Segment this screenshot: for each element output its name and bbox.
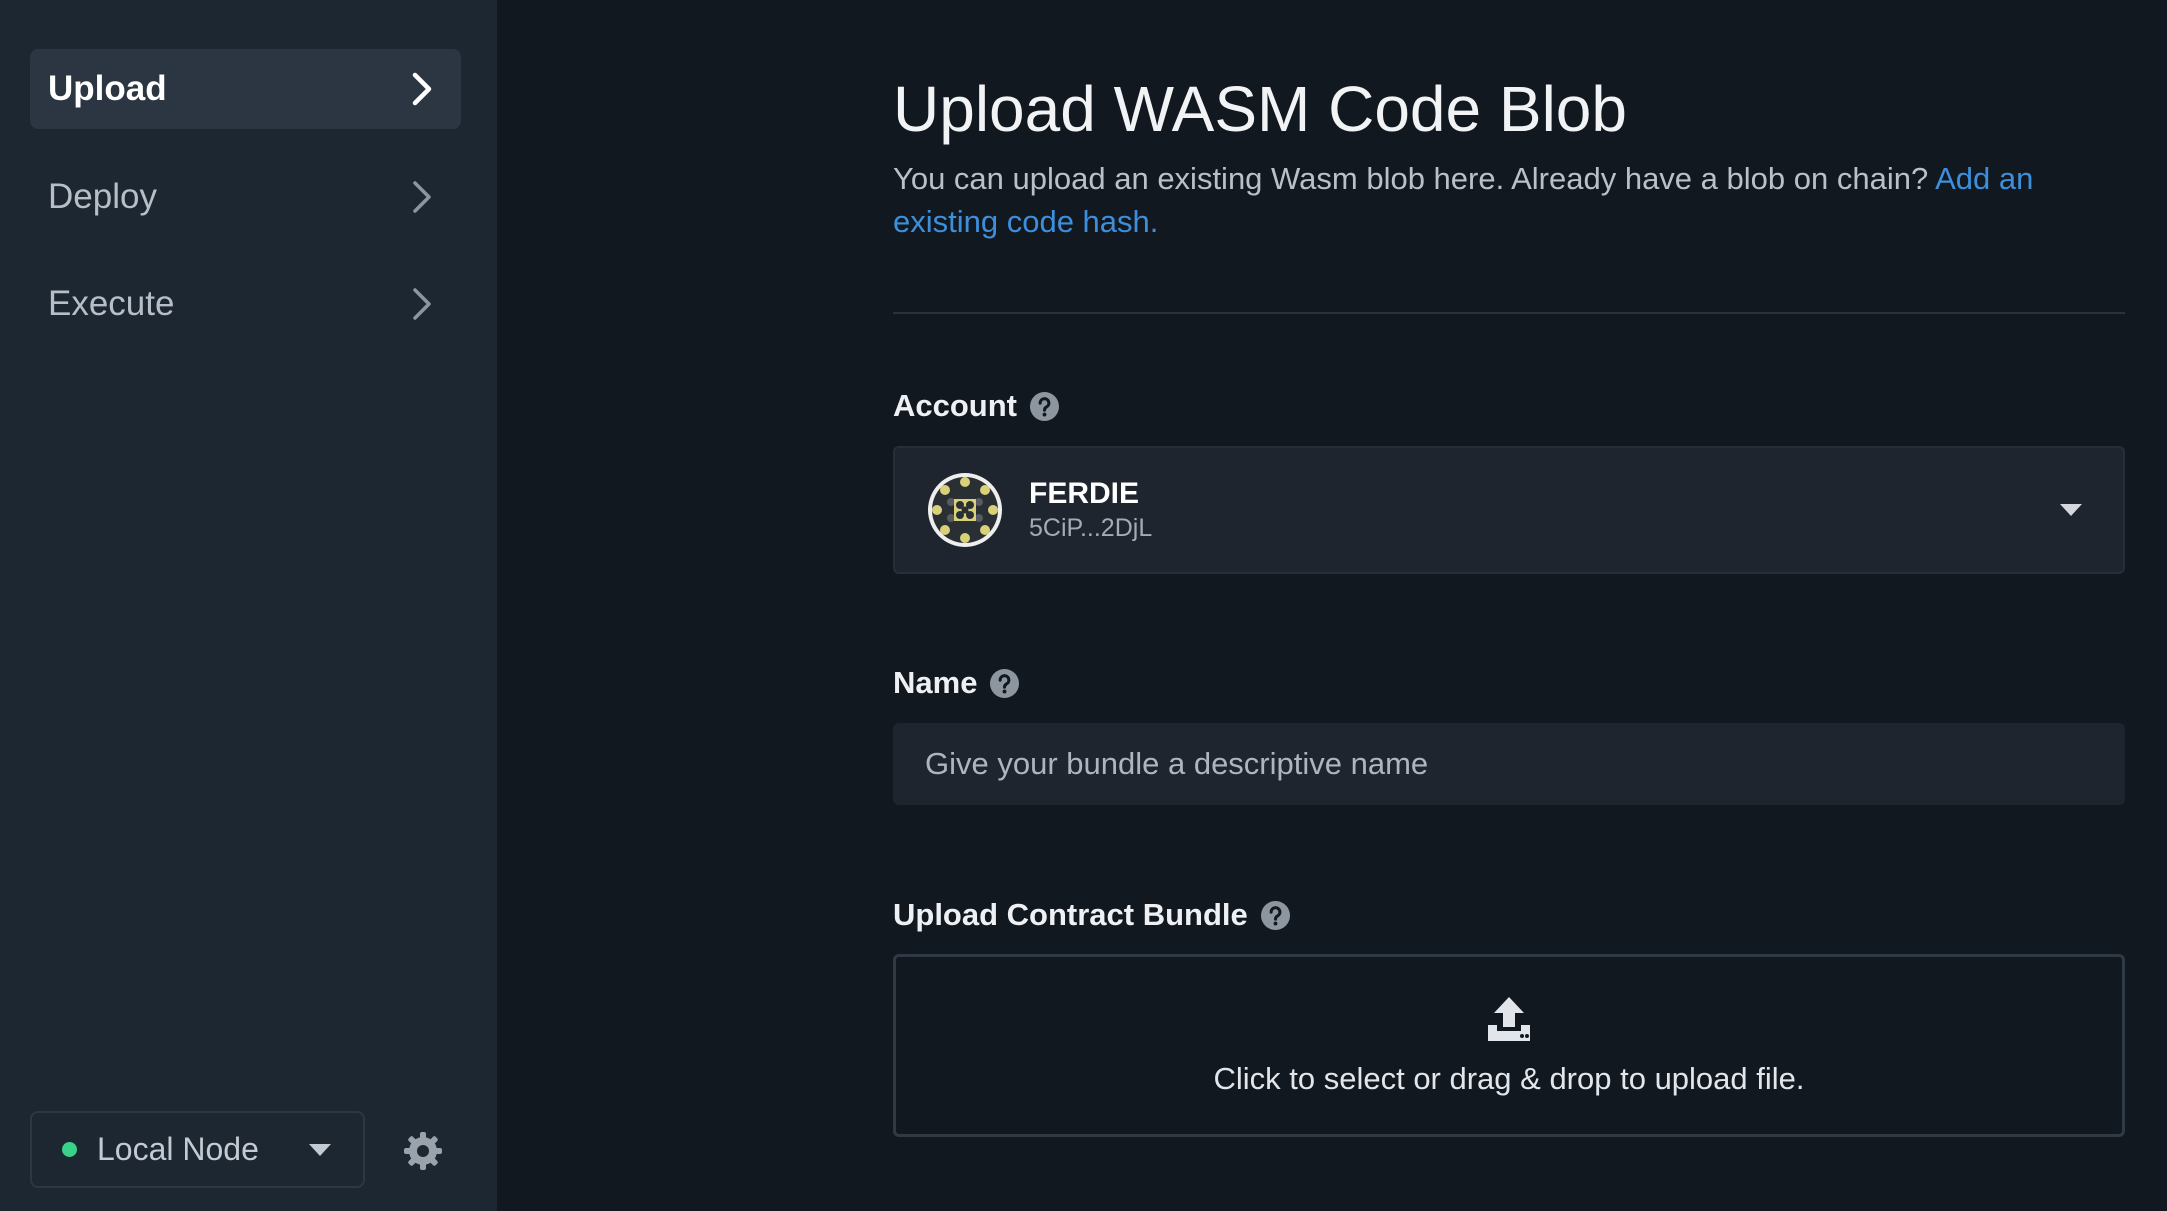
name-label: Name	[893, 665, 1020, 701]
subtitle-text: You can upload an existing Wasm blob her…	[893, 161, 1929, 196]
sidebar-item-label: Deploy	[48, 177, 157, 216]
sidebar-item-execute[interactable]: Execute	[30, 264, 461, 344]
account-address: 5CiP...2DjL	[1029, 514, 1153, 542]
page-title: Upload WASM Code Blob	[893, 73, 1627, 145]
chevron-right-icon	[409, 284, 435, 324]
sidebar-item-label: Upload	[48, 69, 167, 108]
bundle-name-input[interactable]	[893, 723, 2125, 805]
sidebar: Upload Deploy Execute Local Node	[0, 0, 497, 1211]
gear-icon[interactable]	[402, 1130, 444, 1172]
account-dropdown[interactable]: FERDIE 5CiP...2DjL	[893, 446, 2125, 574]
node-selector[interactable]: Local Node	[30, 1111, 365, 1188]
help-circle-icon[interactable]	[1260, 900, 1291, 931]
account-name: FERDIE	[1029, 477, 1140, 510]
sidebar-item-deploy[interactable]: Deploy	[30, 157, 461, 237]
sidebar-item-label: Execute	[48, 284, 175, 323]
node-label: Local Node	[97, 1131, 259, 1167]
help-circle-icon[interactable]	[1029, 391, 1060, 422]
account-info: FERDIE 5CiP...2DjL	[1029, 476, 2059, 544]
file-dropzone[interactable]: Click to select or drag & drop to upload…	[893, 954, 2125, 1137]
account-label-text: Account	[893, 388, 1017, 423]
divider	[893, 312, 2125, 314]
name-label-text: Name	[893, 665, 978, 700]
identicon	[928, 473, 1002, 547]
upload-icon	[1488, 996, 1530, 1041]
dropzone-text: Click to select or drag & drop to upload…	[1213, 1060, 1805, 1096]
chevron-right-icon	[409, 177, 435, 217]
app-root: Upload Deploy Execute Local Node Upload …	[0, 0, 2167, 1211]
caret-down-icon	[2060, 504, 2082, 516]
chevron-right-icon	[409, 69, 435, 109]
sidebar-item-upload[interactable]: Upload	[30, 49, 461, 129]
bundle-label: Upload Contract Bundle	[893, 897, 1291, 933]
caret-down-icon	[309, 1143, 331, 1156]
status-dot	[62, 1142, 77, 1157]
page-subtitle: You can upload an existing Wasm blob her…	[893, 157, 2125, 243]
help-circle-icon[interactable]	[989, 668, 1020, 699]
account-label: Account	[893, 388, 1060, 424]
bundle-label-text: Upload Contract Bundle	[893, 897, 1248, 932]
